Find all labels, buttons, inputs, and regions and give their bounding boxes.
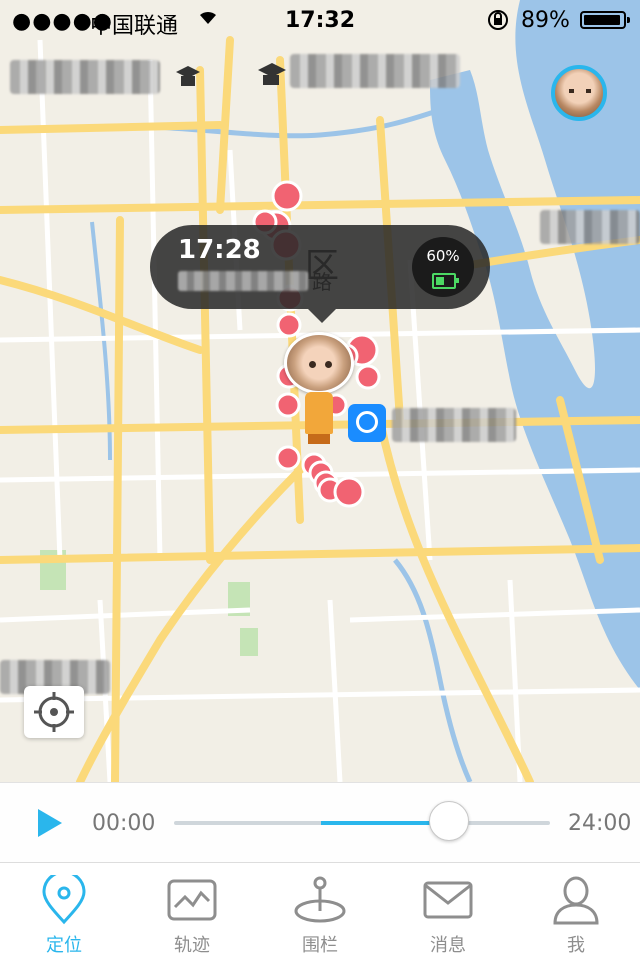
device-battery-percent: 60% — [426, 247, 460, 265]
park-area — [240, 628, 258, 656]
play-icon[interactable] — [38, 809, 62, 837]
location-callout[interactable]: 17:28 60% — [150, 225, 490, 323]
callout-time: 17:28 — [178, 235, 261, 265]
battery-icon — [432, 273, 459, 289]
playback-timeline: 00:00 24:00 — [0, 782, 640, 863]
envelope-icon — [423, 881, 473, 919]
tab-label: 消息 — [430, 935, 466, 956]
tab-geofence[interactable]: 围栏 — [256, 863, 384, 961]
track-chart-icon — [167, 879, 217, 921]
tab-bar: 定位 轨迹 围栏 消息 我 — [0, 862, 640, 961]
user-avatar[interactable] — [551, 65, 607, 121]
person-icon — [553, 876, 599, 925]
status-bar: ●●●●● 中国联通 17:32 89% — [0, 0, 640, 40]
tab-messages[interactable]: 消息 — [384, 863, 512, 961]
tab-label: 轨迹 — [174, 935, 210, 956]
timeline-start-time: 00:00 — [92, 811, 156, 836]
location-pin-icon — [42, 875, 86, 925]
map-label-redacted — [540, 210, 640, 244]
callout-address-redacted — [178, 271, 308, 291]
tab-me[interactable]: 我 — [512, 863, 640, 961]
timeline-thumb[interactable] — [429, 801, 470, 841]
timeline-end-time: 24:00 — [568, 811, 632, 836]
child-avatar — [284, 332, 354, 394]
tab-track[interactable]: 轨迹 — [128, 863, 256, 961]
device-battery-badge: 60% — [412, 237, 474, 297]
map-label-redacted — [392, 408, 516, 442]
tab-location[interactable]: 定位 — [0, 863, 128, 961]
child-figure — [305, 392, 333, 444]
map-view[interactable]: 区 路 17:28 60% — [0, 0, 640, 782]
map-label-redacted — [290, 54, 460, 88]
child-location-marker[interactable] — [284, 332, 354, 444]
battery-percent: 89% — [521, 8, 570, 33]
rotation-lock-icon — [486, 8, 510, 38]
tab-label: 定位 — [46, 935, 82, 956]
geofence-icon — [294, 876, 346, 923]
tab-label: 我 — [567, 935, 585, 956]
battery-icon — [580, 11, 630, 29]
tab-label: 围栏 — [302, 935, 338, 956]
map-label-redacted — [10, 60, 160, 94]
timeline-slider[interactable] — [174, 801, 550, 841]
crosshair-icon — [34, 692, 74, 732]
locate-me-button[interactable] — [24, 686, 84, 738]
